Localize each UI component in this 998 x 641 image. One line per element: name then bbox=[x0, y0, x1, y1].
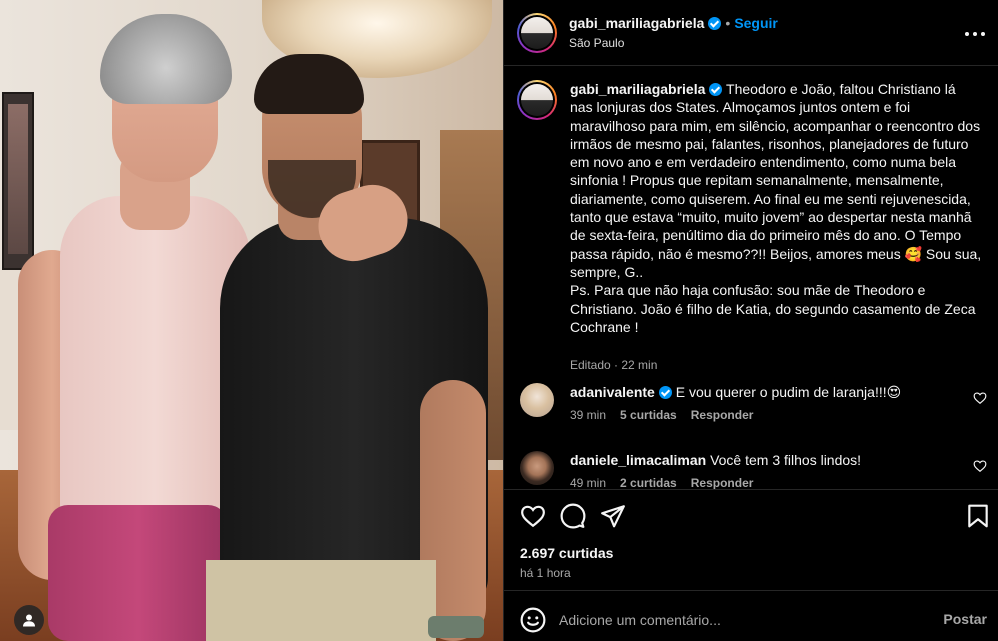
comment-body: daniele_limacaliman Você tem 3 filhos li… bbox=[570, 451, 960, 469]
caption-text: Theodoro e João, faltou Christiano lá na… bbox=[570, 81, 982, 335]
heart-icon[interactable] bbox=[973, 391, 987, 405]
post-header: gabi_mariliagabriela • Seguir São Paulo bbox=[504, 0, 998, 66]
person-right-pants bbox=[206, 560, 436, 641]
comment-time: 39 min bbox=[570, 408, 607, 422]
user-tag-button[interactable] bbox=[14, 605, 44, 635]
verified-badge-icon bbox=[708, 17, 722, 30]
more-options-icon bbox=[965, 32, 969, 36]
bookmark-icon[interactable] bbox=[965, 503, 991, 529]
comment-body: adanivalente E vou querer o pudim de lar… bbox=[570, 383, 960, 401]
heart-icon[interactable] bbox=[520, 503, 546, 529]
commenter-avatar[interactable] bbox=[520, 451, 554, 485]
author-avatar[interactable] bbox=[517, 13, 557, 53]
reply-button[interactable]: Responder bbox=[691, 476, 754, 489]
wall-painting bbox=[2, 92, 34, 270]
post-comment-button[interactable]: Postar bbox=[943, 611, 987, 627]
more-dot bbox=[973, 32, 977, 36]
reply-button[interactable]: Responder bbox=[691, 408, 754, 422]
more-options-button[interactable] bbox=[965, 24, 985, 44]
emoji-icon[interactable] bbox=[520, 607, 546, 633]
post-location[interactable]: São Paulo bbox=[569, 36, 624, 50]
more-dot bbox=[981, 32, 985, 36]
comment-input[interactable] bbox=[559, 605, 919, 635]
share-icon[interactable] bbox=[600, 503, 626, 529]
commenter-username[interactable]: adanivalente bbox=[570, 384, 655, 400]
heart-icon[interactable] bbox=[973, 459, 987, 473]
comment-time: 49 min bbox=[570, 476, 607, 489]
comment-item: adanivalente E vou querer o pudim de lar… bbox=[517, 383, 987, 433]
wristwatch bbox=[428, 616, 484, 638]
comment-likes[interactable]: 2 curtidas bbox=[620, 476, 677, 489]
verified-badge-icon bbox=[658, 386, 672, 399]
commenter-username[interactable]: daniele_limacaliman bbox=[570, 452, 706, 468]
caption-text-block: gabi_mariliagabriela Theodoro e João, fa… bbox=[570, 80, 982, 336]
author-username[interactable]: gabi_mariliagabriela bbox=[569, 15, 704, 31]
commenter-avatar[interactable] bbox=[520, 383, 554, 417]
post-actions: 2.697 curtidas há 1 hora bbox=[504, 489, 998, 589]
separator-dot: • bbox=[725, 15, 731, 31]
comment-meta: 39 min 5 curtidas Responder bbox=[570, 408, 767, 422]
follow-button[interactable]: Seguir bbox=[734, 15, 778, 31]
comment-text: Você tem 3 filhos lindos! bbox=[710, 452, 862, 468]
comment-item: daniele_limacaliman Você tem 3 filhos li… bbox=[517, 451, 987, 489]
comment-meta: 49 min 2 curtidas Responder bbox=[570, 476, 767, 489]
likes-count[interactable]: 2.697 curtidas bbox=[520, 545, 613, 561]
caption-edited-time: Editado · 22 min bbox=[570, 358, 658, 372]
caption-username[interactable]: gabi_mariliagabriela bbox=[570, 81, 705, 97]
author-line: gabi_mariliagabriela • Seguir bbox=[569, 15, 778, 31]
comment-composer: Postar bbox=[504, 590, 998, 641]
comment-text: E vou querer o pudim de laranja!!!😍 bbox=[675, 384, 902, 400]
post-sidebar: gabi_mariliagabriela • Seguir São Paulo ga… bbox=[503, 0, 998, 641]
post-viewer: gabi_mariliagabriela • Seguir São Paulo ga… bbox=[0, 0, 998, 641]
post-time[interactable]: há 1 hora bbox=[520, 566, 571, 580]
comments-scroll-area[interactable]: gabi_mariliagabriela Theodoro e João, fa… bbox=[504, 67, 998, 489]
person-left-shorts bbox=[48, 505, 228, 641]
comment-likes[interactable]: 5 curtidas bbox=[620, 408, 677, 422]
user-tag-icon bbox=[23, 614, 35, 627]
caption-avatar[interactable] bbox=[517, 80, 557, 120]
comment-icon[interactable] bbox=[560, 503, 586, 529]
verified-badge-icon bbox=[709, 83, 723, 96]
post-photo[interactable] bbox=[0, 0, 503, 641]
